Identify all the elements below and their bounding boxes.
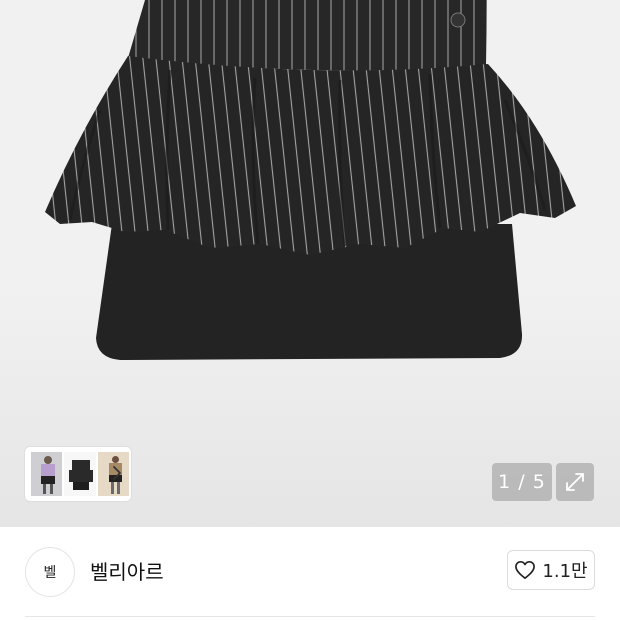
divider bbox=[25, 616, 595, 617]
thumbnail-1[interactable] bbox=[31, 452, 63, 496]
thumbnail-2[interactable] bbox=[64, 452, 96, 496]
like-count: 1.1만 bbox=[542, 561, 588, 582]
like-button[interactable]: 1.1만 bbox=[507, 550, 595, 590]
product-image-viewer[interactable]: 1 / 5 bbox=[0, 0, 620, 527]
expand-diagonal-icon bbox=[566, 473, 584, 491]
store-row: 벨 벨리아르 1.1만 bbox=[0, 527, 620, 617]
heart-outline-icon bbox=[515, 561, 536, 579]
image-page-counter: 1 / 5 bbox=[492, 463, 552, 501]
store-logo-text: 벨 bbox=[43, 565, 57, 581]
thumbnail-strip[interactable] bbox=[25, 447, 131, 501]
store-name[interactable]: 벨리아르 bbox=[90, 557, 164, 587]
expand-image-button[interactable] bbox=[556, 463, 594, 501]
store-logo[interactable]: 벨 bbox=[25, 547, 75, 597]
chevron-right-icon[interactable] bbox=[111, 463, 123, 483]
